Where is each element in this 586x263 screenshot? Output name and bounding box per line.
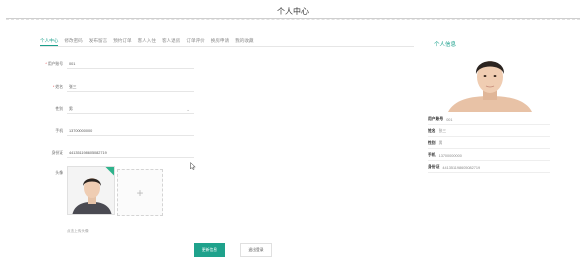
profile-photo	[440, 54, 540, 112]
phone-row: 手机 13700000000	[24, 126, 194, 136]
avatar-thumbnail[interactable]	[67, 166, 115, 215]
avatar-upload-tip: 点击上传头像	[67, 229, 89, 233]
gender-value: 男	[69, 107, 73, 111]
tab-order-review[interactable]: 订单评价	[186, 37, 204, 46]
avatar-upload-button[interactable]: +	[117, 169, 163, 216]
logout-button[interactable]: 退出登录	[240, 243, 272, 257]
plus-icon: +	[136, 185, 144, 200]
id-card-label: 身份证	[51, 150, 63, 155]
info-row-gender: 性别 男	[428, 139, 550, 149]
tab-check-out[interactable]: 客人退房	[162, 37, 180, 46]
profile-panel-title: 个人信息	[434, 42, 457, 48]
page-title: 个人中心	[277, 7, 309, 16]
id-card-row: 身份证 441351198605082719	[24, 148, 194, 158]
profile-photo-image	[440, 54, 540, 112]
tab-post-message[interactable]: 发布留言	[89, 37, 107, 46]
tab-booking-orders[interactable]: 预约订单	[113, 37, 131, 46]
info-row-account: 用户账号 001	[428, 115, 550, 125]
gender-select[interactable]: 男 ⌄	[67, 104, 194, 114]
info-row-phone: 手机 13700000000	[428, 151, 550, 161]
account-label: *用户账号	[45, 61, 63, 66]
tab-favorites[interactable]: 我的收藏	[235, 37, 253, 46]
phone-field[interactable]: 13700000000	[67, 126, 194, 136]
tab-bar: 个人中心 修改密码 发布留言 预约订单 客人入住 客人退房 订单评价 换房申请 …	[40, 37, 414, 47]
tab-profile[interactable]: 个人中心	[40, 37, 59, 46]
tab-room-change[interactable]: 换房申请	[211, 37, 229, 46]
tab-change-password[interactable]: 修改密码	[64, 37, 82, 46]
gender-row: 性别 男 ⌄	[24, 104, 194, 114]
tab-check-in[interactable]: 客人入住	[138, 37, 156, 46]
account-row: *用户账号 001	[24, 59, 194, 69]
update-info-button[interactable]: 更新信息	[194, 243, 225, 257]
name-row: *姓名 张三	[24, 82, 194, 92]
gender-label: 性别	[55, 106, 63, 111]
mouse-pointer-icon	[190, 162, 196, 170]
name-label: *姓名	[52, 84, 63, 89]
avatar-image	[68, 167, 114, 214]
info-row-id-card: 身份证 441351198605082719	[428, 163, 550, 173]
title-divider	[6, 18, 580, 20]
avatar-label: 头像	[55, 171, 63, 175]
account-field[interactable]: 001	[67, 59, 194, 69]
chevron-down-icon: ⌄	[186, 107, 190, 112]
info-row-name: 姓名 张三	[428, 127, 550, 137]
phone-label: 手机	[55, 128, 63, 133]
name-field[interactable]: 张三	[67, 82, 194, 92]
id-card-field[interactable]: 441351198605082719	[67, 148, 194, 158]
